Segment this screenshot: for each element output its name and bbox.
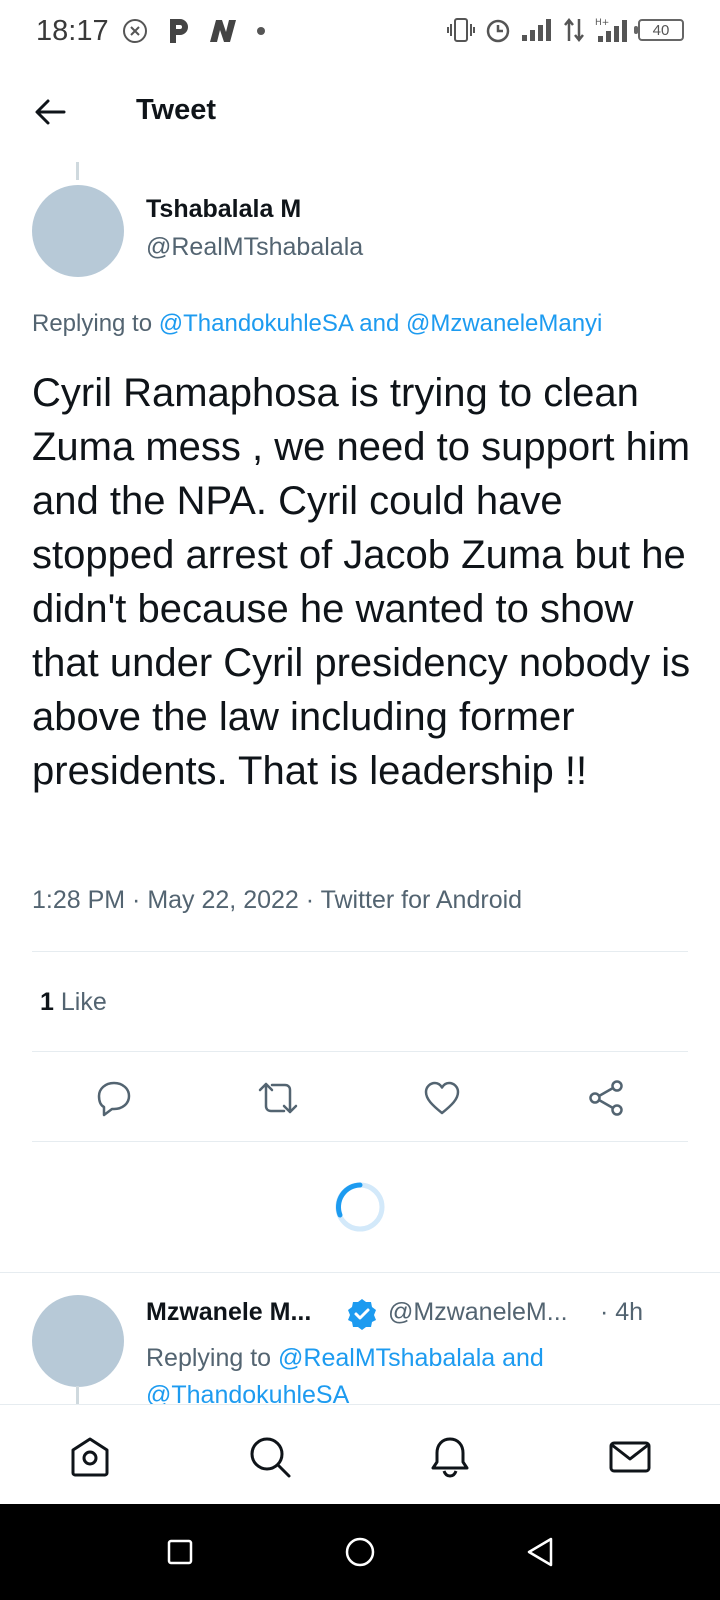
search-icon <box>250 1437 291 1478</box>
home-icon <box>71 1437 109 1477</box>
like-button[interactable] <box>418 1074 466 1122</box>
system-nav-bar <box>0 1504 720 1600</box>
author-name[interactable]: Tshabalala M <box>146 195 301 224</box>
battery-level: 40 <box>652 21 670 39</box>
recent-apps-button[interactable] <box>162 1534 198 1570</box>
status-bar: 18:17 H+ 40 <box>0 0 720 66</box>
nav-notifications-button[interactable] <box>426 1433 474 1481</box>
section-divider <box>0 1272 720 1273</box>
retweet-icon <box>258 1082 298 1114</box>
reply-author-name[interactable]: Mzwanele M... <box>146 1298 311 1327</box>
status-left-icons <box>122 17 266 45</box>
svg-text:H+: H+ <box>595 18 609 28</box>
divider <box>32 1141 688 1142</box>
reply-thread-line <box>76 1386 79 1404</box>
avatar[interactable] <box>32 185 124 277</box>
triangle-back-icon <box>527 1537 553 1567</box>
dot-icon <box>257 27 265 35</box>
back-button[interactable] <box>30 92 70 132</box>
data-transfer-icon <box>564 17 584 43</box>
reply-replying-prefix: Replying to <box>146 1344 272 1372</box>
like-count-number: 1 <box>40 988 54 1016</box>
share-button[interactable] <box>582 1074 630 1122</box>
app-n-icon <box>210 20 236 42</box>
notification-dismissed-icon <box>123 19 147 43</box>
signal-icon <box>522 19 551 41</box>
status-time: 18:17 <box>36 15 109 47</box>
reply-replying-to: Replying to @RealMTshabalala and @Thando… <box>146 1340 666 1414</box>
system-home-button[interactable] <box>342 1534 378 1570</box>
retweet-button[interactable] <box>254 1074 302 1122</box>
divider <box>32 1051 688 1052</box>
vibrate-icon <box>447 18 475 42</box>
app-p-icon <box>170 19 188 43</box>
mail-icon <box>609 1441 651 1473</box>
heart-icon <box>424 1081 460 1115</box>
back-arrow-icon <box>35 99 66 125</box>
status-right-icons: H+ 40 <box>446 16 684 44</box>
reply-author-handle[interactable]: @MzwaneleM... <box>388 1298 568 1327</box>
replying-to: Replying to @ThandokuhleSA and @Mzwanele… <box>32 310 602 338</box>
tweet-text: Cyril Ramaphosa is trying to clean Zuma … <box>32 371 691 793</box>
battery-icon: 40 <box>634 19 684 41</box>
replying-prefix: Replying to <box>32 310 153 337</box>
system-back-button[interactable] <box>522 1534 558 1570</box>
reply-timestamp: · 4h <box>600 1298 644 1326</box>
alarm-icon <box>486 19 510 43</box>
signal-hplus-icon: H+ <box>595 18 627 42</box>
nav-home-button[interactable] <box>66 1433 114 1481</box>
reply-button[interactable] <box>90 1074 138 1122</box>
tweet-actions <box>32 1054 688 1142</box>
reply-avatar[interactable] <box>32 1295 124 1387</box>
tweet-meta: 1:28 PM · May 22, 2022 · Twitter for And… <box>32 886 523 914</box>
reply-icon <box>97 1081 131 1117</box>
like-count-label: Like <box>60 988 107 1016</box>
share-icon <box>589 1080 623 1116</box>
verified-badge-icon <box>348 1299 376 1330</box>
square-icon <box>167 1539 193 1565</box>
divider <box>32 951 688 952</box>
bell-icon <box>431 1437 469 1478</box>
page-title: Tweet <box>136 94 217 126</box>
bottom-nav <box>0 1404 720 1504</box>
nav-messages-button[interactable] <box>606 1433 654 1481</box>
likes-count[interactable]: 1 Like <box>40 988 107 1017</box>
nav-search-button[interactable] <box>246 1433 294 1481</box>
replying-targets-link[interactable]: @ThandokuhleSA and @MzwaneleManyi <box>159 310 603 337</box>
thread-line <box>76 162 79 180</box>
author-handle[interactable]: @RealMTshabalala <box>146 233 363 262</box>
circle-icon <box>345 1537 375 1567</box>
header: Tweet <box>0 66 720 158</box>
loading-spinner-icon <box>335 1182 385 1232</box>
